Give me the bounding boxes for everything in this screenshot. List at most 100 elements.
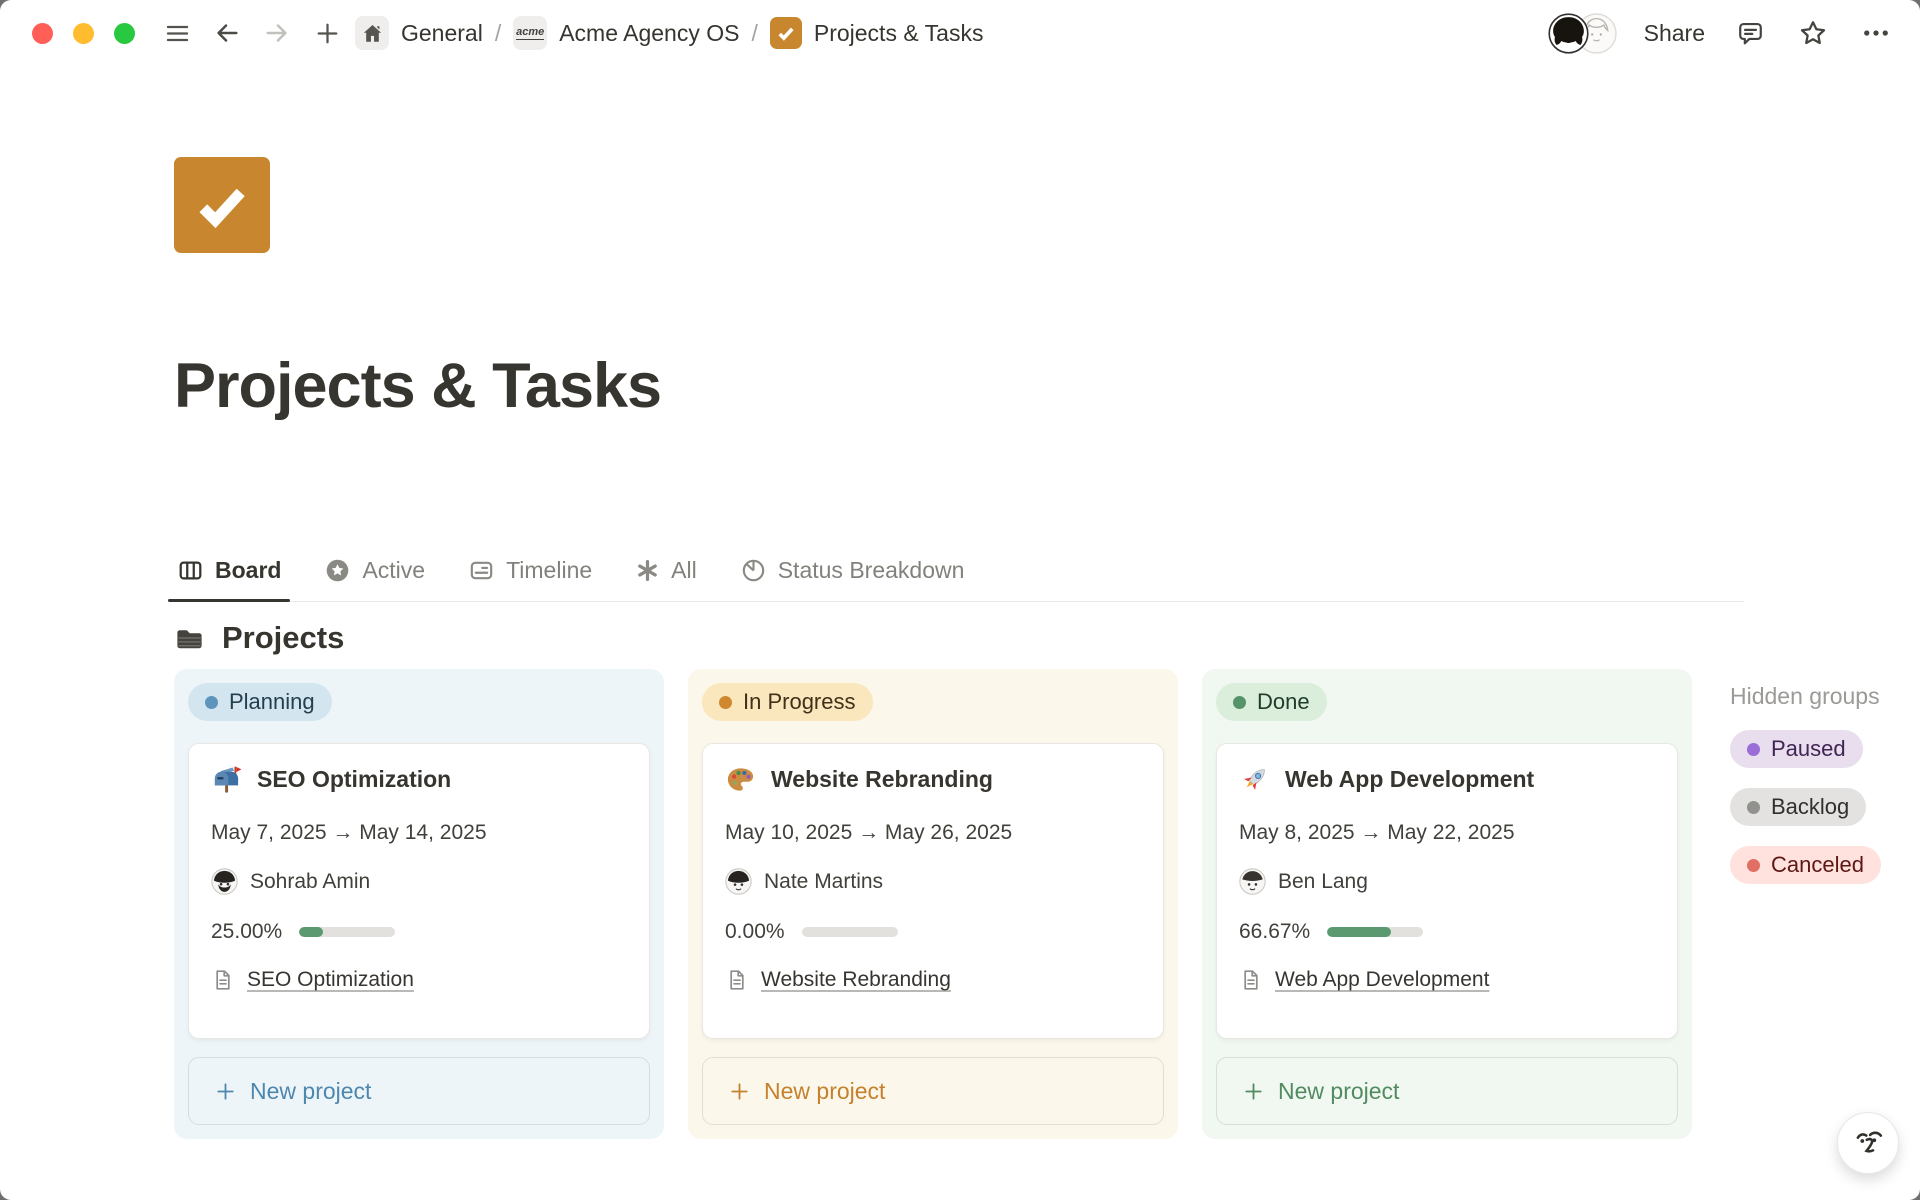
forward-arrow-icon <box>263 19 291 47</box>
progress-fill <box>299 927 323 937</box>
card-page-link[interactable]: Web App Development <box>1275 968 1489 992</box>
tab-all[interactable]: All <box>632 540 700 601</box>
tab-label: Timeline <box>506 557 592 584</box>
traffic-lights <box>32 23 135 44</box>
tab-label: Board <box>215 557 281 584</box>
assignee-avatar <box>211 868 238 895</box>
view-tabs: Board Active Timeline All Status Breakdo… <box>174 540 1744 602</box>
breadcrumb-workspace-label: Acme Agency OS <box>559 20 739 47</box>
plus-icon <box>314 20 341 47</box>
card-title: Website Rebranding <box>771 766 993 793</box>
new-project-button[interactable]: New project <box>188 1057 650 1125</box>
new-tab-button[interactable] <box>309 15 345 51</box>
star-badge-icon <box>324 557 351 584</box>
back-arrow-icon <box>213 19 241 47</box>
palette-emoji <box>725 764 756 795</box>
comments-button[interactable] <box>1732 15 1768 51</box>
status-badge[interactable]: Done <box>1216 683 1327 721</box>
hidden-group-backlog[interactable]: Backlog <box>1730 788 1866 826</box>
forward-button[interactable] <box>259 15 295 51</box>
breadcrumb-page-label: Projects & Tasks <box>814 20 984 47</box>
share-button[interactable]: Share <box>1644 20 1705 47</box>
favorite-button[interactable] <box>1795 15 1831 51</box>
app-window: General / acme Acme Agency OS / Projects… <box>0 0 1920 1200</box>
card-assignee: Sohrab Amin <box>250 870 370 894</box>
minimize-window-button[interactable] <box>73 23 94 44</box>
progress-track <box>299 927 395 937</box>
member-avatar-1 <box>1548 13 1589 54</box>
star-icon <box>1798 18 1828 48</box>
notion-ai-button[interactable] <box>1837 1112 1899 1174</box>
new-project-label: New project <box>250 1078 371 1105</box>
window-titlebar: General / acme Acme Agency OS / Projects… <box>0 0 1920 66</box>
checkmark-icon <box>190 173 254 237</box>
hidden-group-label: Backlog <box>1771 794 1849 820</box>
hidden-group-label: Paused <box>1771 736 1846 762</box>
status-dot <box>1747 859 1760 872</box>
breadcrumb-workspace[interactable]: acme Acme Agency OS <box>513 16 739 50</box>
new-project-button[interactable]: New project <box>702 1057 1164 1125</box>
document-icon <box>211 968 235 992</box>
document-icon <box>725 968 749 992</box>
status-badge[interactable]: In Progress <box>702 683 873 721</box>
status-label: Done <box>1257 689 1310 715</box>
status-badge[interactable]: Planning <box>188 683 332 721</box>
hidden-groups-label: Hidden groups <box>1730 683 1906 710</box>
tab-board[interactable]: Board <box>174 540 284 601</box>
progress-track <box>1327 927 1423 937</box>
card-title: SEO Optimization <box>257 766 451 793</box>
mailbox-emoji <box>211 764 242 795</box>
project-card[interactable]: Website Rebranding May 10, 2025 → May 26… <box>702 743 1164 1039</box>
member-avatars[interactable] <box>1548 13 1617 54</box>
zoom-window-button[interactable] <box>114 23 135 44</box>
tab-active[interactable]: Active <box>321 540 428 601</box>
card-assignee: Ben Lang <box>1278 870 1368 894</box>
hidden-group-paused[interactable]: Paused <box>1730 730 1863 768</box>
board-icon <box>177 557 204 584</box>
page-title: Projects & Tasks <box>174 352 1920 421</box>
acme-logo: acme <box>516 27 544 40</box>
page-icon[interactable] <box>174 157 270 253</box>
kanban-board: Planning SEO Optimization May 7, 2025 → … <box>174 669 1920 1139</box>
hidden-group-canceled[interactable]: Canceled <box>1730 846 1881 884</box>
column-in-progress: In Progress Website Rebranding May 10, 2… <box>688 669 1178 1139</box>
status-dot <box>205 696 218 709</box>
status-label: Planning <box>229 689 315 715</box>
status-dot <box>1747 801 1760 814</box>
checkmark-icon <box>775 22 797 44</box>
progress-track <box>802 927 898 937</box>
project-card[interactable]: SEO Optimization May 7, 2025 → May 14, 2… <box>188 743 650 1039</box>
home-badge <box>355 16 389 50</box>
close-window-button[interactable] <box>32 23 53 44</box>
pie-icon <box>740 557 767 584</box>
breadcrumb-page[interactable]: Projects & Tasks <box>770 17 984 49</box>
asterisk-icon <box>635 558 660 583</box>
back-button[interactable] <box>209 15 245 51</box>
progress-fill <box>1327 927 1391 937</box>
tab-label: Active <box>362 557 425 584</box>
progress-label: 25.00% <box>211 920 282 944</box>
sidebar-menu-button[interactable] <box>159 15 195 51</box>
breadcrumb-separator: / <box>495 20 501 47</box>
projects-section-header: Projects <box>174 620 1920 656</box>
card-page-link[interactable]: Website Rebranding <box>761 968 951 992</box>
tab-status-breakdown[interactable]: Status Breakdown <box>737 540 968 601</box>
tab-timeline[interactable]: Timeline <box>465 540 595 601</box>
new-project-button[interactable]: New project <box>1216 1057 1678 1125</box>
rocket-emoji <box>1239 764 1270 795</box>
project-card[interactable]: Web App Development May 8, 2025 → May 22… <box>1216 743 1678 1039</box>
assignee-avatar <box>725 868 752 895</box>
card-page-link[interactable]: SEO Optimization <box>247 968 414 992</box>
breadcrumb-separator: / <box>751 20 757 47</box>
card-title: Web App Development <box>1285 766 1534 793</box>
card-date-range: May 8, 2025 → May 22, 2025 <box>1239 821 1655 845</box>
progress-label: 0.00% <box>725 920 785 944</box>
more-options-button[interactable] <box>1858 15 1894 51</box>
card-date-range: May 7, 2025 → May 14, 2025 <box>211 821 627 845</box>
card-assignee: Nate Martins <box>764 870 883 894</box>
plus-icon <box>214 1080 237 1103</box>
breadcrumb-home[interactable]: General <box>355 16 483 50</box>
document-icon <box>1239 968 1263 992</box>
new-project-label: New project <box>764 1078 885 1105</box>
breadcrumb: General / acme Acme Agency OS / Projects… <box>355 16 983 50</box>
